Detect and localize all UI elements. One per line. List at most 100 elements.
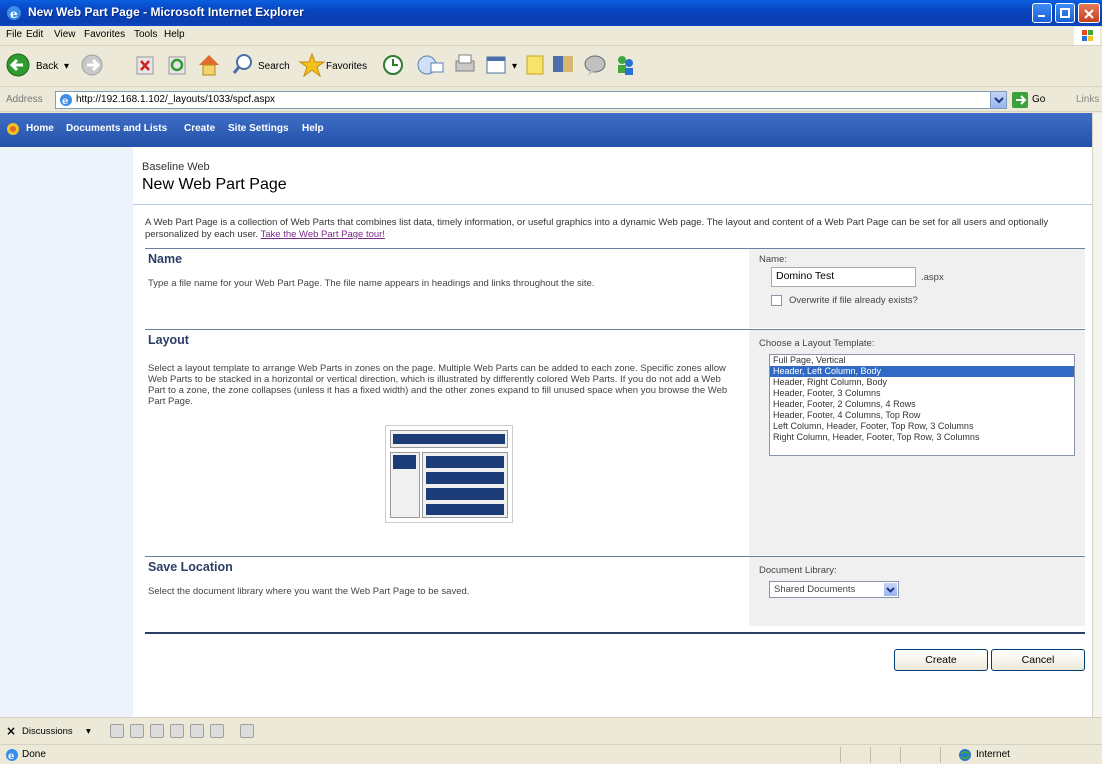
- show-general-discussions-icon[interactable]: [240, 724, 254, 738]
- edit-dropdown-icon[interactable]: ▾: [512, 61, 517, 72]
- preview-body-part: [426, 472, 504, 484]
- people-icon[interactable]: [614, 51, 636, 79]
- save-location-description: Select the document library where you wa…: [148, 586, 470, 597]
- next-discussion-icon[interactable]: [190, 724, 204, 738]
- minimize-button[interactable]: [1032, 3, 1052, 23]
- expand-discussions-icon[interactable]: [130, 724, 144, 738]
- chevron-down-icon: [886, 587, 895, 593]
- page-viewport: Home Documents and Lists Create Site Set…: [0, 113, 1092, 717]
- nav-help[interactable]: Help: [302, 123, 324, 134]
- menu-edit[interactable]: Edit: [26, 29, 43, 40]
- internet-zone-icon: [959, 749, 971, 761]
- go-arrow-icon: [1016, 95, 1027, 105]
- menu-file[interactable]: File: [6, 29, 22, 40]
- discussions-label[interactable]: Discussions: [22, 726, 73, 737]
- close-discussions-icon[interactable]: ×: [6, 724, 16, 738]
- layout-option[interactable]: Header, Footer, 3 Columns: [770, 388, 1074, 399]
- stop-icon[interactable]: [134, 51, 158, 79]
- address-bar: Address e http://192.168.1.102/_layouts/…: [0, 88, 1102, 112]
- layout-option[interactable]: Right Column, Header, Footer, Top Row, 3…: [770, 432, 1074, 443]
- tour-link[interactable]: Take the Web Part Page tour!: [261, 229, 385, 240]
- name-description: Type a file name for your Web Part Page.…: [148, 278, 595, 289]
- left-column: [0, 147, 133, 717]
- nav-site-settings[interactable]: Site Settings: [228, 123, 289, 134]
- name-field-panel: Name: Domino Test .aspx Overwrite if fil…: [749, 249, 1085, 328]
- layout-field-label: Choose a Layout Template:: [759, 338, 875, 349]
- print-icon[interactable]: [452, 51, 478, 79]
- document-library-label: Document Library:: [759, 565, 837, 576]
- layout-option[interactable]: Full Page, Vertical: [770, 355, 1074, 366]
- messenger-icon[interactable]: [582, 51, 608, 79]
- preview-left-part: [393, 455, 416, 469]
- note-icon[interactable]: [524, 51, 546, 79]
- standard-toolbar: Back ▾ Search Favorites ▾: [0, 47, 1102, 87]
- menu-view[interactable]: View: [54, 29, 76, 40]
- back-dropdown-icon[interactable]: ▾: [64, 61, 69, 72]
- chevron-down-icon: [994, 97, 1004, 104]
- edit-icon[interactable]: [484, 51, 510, 79]
- layout-heading: Layout: [148, 333, 189, 347]
- forward-icon[interactable]: [78, 51, 106, 79]
- go-button[interactable]: [1012, 92, 1028, 108]
- insert-discussion-icon[interactable]: [110, 724, 124, 738]
- cancel-button[interactable]: Cancel: [991, 649, 1085, 671]
- top-navigation: Home Documents and Lists Create Site Set…: [0, 113, 1092, 147]
- overwrite-checkbox[interactable]: [771, 295, 782, 306]
- layout-option[interactable]: Header, Right Column, Body: [770, 377, 1074, 388]
- layout-option[interactable]: Header, Footer, 2 Columns, 4 Rows: [770, 399, 1074, 410]
- file-name-input[interactable]: Domino Test: [771, 267, 916, 287]
- svg-text:e: e: [10, 7, 18, 21]
- menu-help[interactable]: Help: [164, 29, 185, 40]
- nav-documents-and-lists[interactable]: Documents and Lists: [66, 123, 167, 134]
- address-input[interactable]: e http://192.168.1.102/_layouts/1033/spc…: [55, 91, 1007, 109]
- favorites-star-icon[interactable]: [298, 51, 326, 79]
- name-heading: Name: [148, 252, 183, 266]
- maximize-button[interactable]: [1055, 3, 1075, 23]
- layout-template-listbox[interactable]: Full Page, Vertical Header, Left Column,…: [769, 354, 1075, 456]
- file-extension: .aspx: [921, 272, 944, 283]
- vertical-scrollbar[interactable]: [1092, 113, 1102, 717]
- nav-create[interactable]: Create: [184, 123, 215, 134]
- search-icon[interactable]: [232, 51, 256, 79]
- address-dropdown-button[interactable]: [990, 92, 1006, 108]
- save-location-section: Save Location Select the document librar…: [145, 556, 1085, 626]
- layout-option-selected[interactable]: Header, Left Column, Body: [770, 366, 1074, 377]
- back-label[interactable]: Back: [36, 61, 58, 72]
- document-library-select[interactable]: Shared Documents: [769, 581, 899, 598]
- breadcrumb[interactable]: Baseline Web: [142, 161, 210, 173]
- back-icon[interactable]: [4, 51, 32, 79]
- home-icon[interactable]: [196, 51, 222, 79]
- go-label[interactable]: Go: [1032, 94, 1045, 105]
- refresh-icon[interactable]: [166, 51, 190, 79]
- subscribe-icon[interactable]: [210, 724, 224, 738]
- previous-discussion-icon[interactable]: [170, 724, 184, 738]
- save-location-heading: Save Location: [148, 560, 233, 574]
- favorites-label[interactable]: Favorites: [326, 61, 367, 72]
- document-library-dropdown-button[interactable]: [884, 583, 897, 596]
- mail-icon[interactable]: [416, 51, 446, 79]
- preview-body-part: [426, 456, 504, 468]
- search-label[interactable]: Search: [258, 61, 290, 72]
- layout-option[interactable]: Left Column, Header, Footer, Top Row, 3 …: [770, 421, 1074, 432]
- close-button[interactable]: [1078, 3, 1100, 23]
- discussions-dropdown-icon[interactable]: ▾: [86, 726, 91, 737]
- create-button[interactable]: Create: [894, 649, 988, 671]
- status-text: Done: [22, 749, 46, 760]
- layout-description: Select a layout template to arrange Web …: [148, 363, 728, 407]
- title-bar: e New Web Part Page - Microsoft Internet…: [0, 0, 1102, 26]
- menu-tools[interactable]: Tools: [134, 29, 157, 40]
- overwrite-label: Overwrite if file already exists?: [789, 295, 918, 306]
- name-section: Name Type a file name for your Web Part …: [145, 248, 1085, 328]
- status-pane-divider: [870, 747, 871, 763]
- svg-text:e: e: [62, 96, 68, 107]
- research-icon[interactable]: [550, 51, 576, 79]
- nav-home[interactable]: Home: [26, 123, 54, 134]
- page-done-icon: e: [6, 749, 18, 762]
- minimize-icon: [1038, 15, 1045, 17]
- menu-favorites[interactable]: Favorites: [84, 29, 125, 40]
- layout-option[interactable]: Header, Footer, 4 Columns, Top Row: [770, 410, 1074, 421]
- collapse-discussions-icon[interactable]: [150, 724, 164, 738]
- links-label[interactable]: Links: [1076, 94, 1099, 105]
- history-icon[interactable]: [380, 51, 406, 79]
- address-label: Address: [6, 94, 43, 105]
